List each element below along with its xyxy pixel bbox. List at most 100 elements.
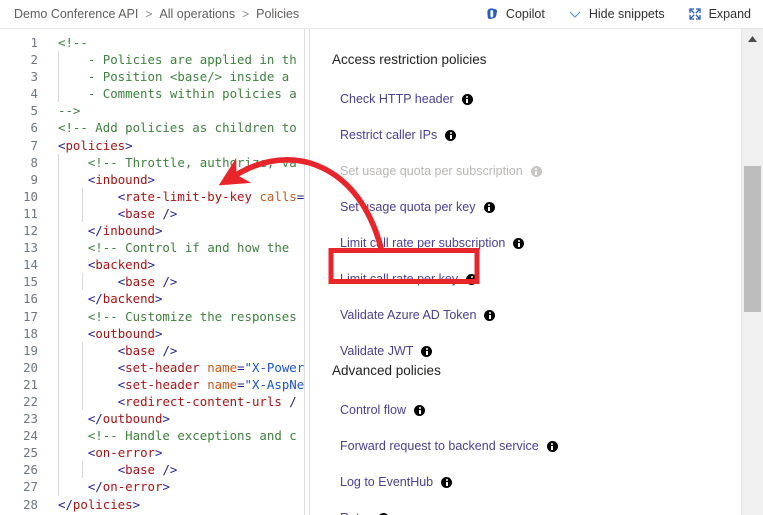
- info-icon[interactable]: [513, 237, 525, 249]
- indent-guide: [58, 290, 59, 308]
- indent-guide: [58, 204, 59, 223]
- copilot-button[interactable]: Copilot: [484, 6, 545, 22]
- snippet-item[interactable]: Validate JWT: [311, 344, 433, 358]
- copilot-icon: [484, 6, 500, 22]
- code-text: <base />: [46, 204, 177, 223]
- page-scrollbar[interactable]: [741, 29, 763, 515]
- code-token: inbound: [102, 223, 155, 239]
- code-line: 1 <!--: [0, 34, 309, 51]
- code-line: 10 <rate-limit-by-key calls=: [0, 187, 309, 205]
- line-number: 18: [23, 325, 38, 341]
- code-token: set-header: [125, 376, 200, 392]
- info-icon[interactable]: [461, 93, 473, 105]
- breadcrumb-separator: >: [145, 7, 153, 21]
- code-token: backend: [95, 257, 148, 273]
- scrollbar-thumb[interactable]: [744, 166, 761, 312]
- line-number: 17: [23, 308, 38, 324]
- indent-guide: [58, 256, 59, 274]
- info-icon[interactable]: [466, 273, 478, 285]
- code-text: <base />: [46, 273, 177, 291]
- snippet-label: Forward request to backend service: [340, 439, 539, 453]
- editor-divider: [304, 29, 305, 515]
- snippet-item[interactable]: Retry: [311, 511, 389, 515]
- info-icon[interactable]: [414, 404, 425, 416]
- expand-arrows-icon: [687, 6, 703, 22]
- info-icon[interactable]: [546, 440, 558, 452]
- line-number: 25: [23, 445, 38, 461]
- code-text: </outbound>: [46, 410, 170, 428]
- snippet-item[interactable]: Restrict caller IPs: [311, 128, 457, 142]
- snippet-label: Validate Azure AD Token: [340, 308, 477, 322]
- code-line: 20 <set-header name="X-Power: [0, 358, 309, 376]
- indent-guide: [58, 461, 59, 479]
- indent-guide: [58, 307, 59, 325]
- code-line: 24 <!-- Handle exceptions and c: [0, 427, 309, 445]
- info-icon[interactable]: [445, 129, 457, 141]
- code-token: rate-limit-by-key: [125, 188, 252, 204]
- code-text: <!-- Throttle, authorize, va: [46, 153, 297, 171]
- indent-guide: [58, 170, 59, 188]
- code-token: </: [87, 223, 103, 239]
- snippet-item[interactable]: Log to EventHub: [311, 475, 453, 489]
- snippet-item[interactable]: Control flow: [311, 403, 425, 417]
- code-line: 17 <!-- Customize the responses: [0, 307, 309, 325]
- code-line: 23 </outbound>: [0, 410, 309, 428]
- snippet-item[interactable]: Validate Azure AD Token: [311, 308, 496, 322]
- code-line: 8 <!-- Throttle, authorize, va: [0, 153, 309, 171]
- code-token: <!-- Handle exceptions and c: [58, 428, 297, 444]
- indent-guide: [58, 222, 59, 240]
- policy-code-editor[interactable]: 1 <!-- 2 - Policies are applied in th 3 - P…: [0, 29, 310, 515]
- breadcrumb-item-policies[interactable]: Policies: [256, 7, 299, 21]
- info-icon: [530, 165, 542, 177]
- snippet-item[interactable]: Limit call rate per subscription: [311, 236, 525, 250]
- code-line: 9 <inbound>: [0, 170, 309, 188]
- line-number: 13: [23, 240, 38, 256]
- snippet-label: Control flow: [340, 403, 406, 417]
- line-number: 7: [30, 137, 38, 153]
- info-icon[interactable]: [483, 201, 495, 213]
- breadcrumb-separator: >: [242, 7, 250, 21]
- code-text: </on-error>: [46, 478, 170, 496]
- indent-guide: [58, 187, 59, 205]
- code-line: 6 <!-- Add policies as children to: [0, 119, 309, 136]
- line-number: 16: [23, 291, 38, 307]
- hide-snippets-button[interactable]: Hide snippets: [567, 6, 665, 22]
- snippet-item[interactable]: Limit call rate per key: [311, 272, 478, 286]
- line-number: 27: [23, 479, 38, 495]
- code-token: on-error: [95, 445, 155, 461]
- code-token: />: [155, 462, 178, 478]
- line-number: 19: [23, 342, 38, 358]
- code-text: <backend>: [46, 256, 155, 274]
- code-token: calls: [251, 188, 297, 204]
- code-line: 18 <outbound>: [0, 324, 309, 342]
- expand-button[interactable]: Expand: [687, 6, 751, 22]
- info-icon[interactable]: [441, 476, 453, 488]
- snippet-label: Validate JWT: [340, 344, 414, 358]
- snippet-item[interactable]: Check HTTP header: [311, 92, 473, 106]
- snippet-item[interactable]: Forward request to backend service: [311, 439, 558, 453]
- breadcrumb-item-all-operations[interactable]: All operations: [159, 7, 235, 21]
- breadcrumb-item-api[interactable]: Demo Conference API: [14, 7, 138, 21]
- indent-guide: [58, 51, 59, 69]
- code-token: backend: [102, 291, 155, 307]
- line-number: 5: [30, 103, 38, 119]
- line-number: 24: [23, 428, 38, 444]
- code-token: base: [125, 342, 155, 358]
- line-number: 14: [23, 257, 38, 273]
- code-line: 28 </policies>: [0, 496, 309, 513]
- code-token: base: [125, 205, 155, 221]
- info-icon[interactable]: [421, 345, 433, 357]
- snippet-item[interactable]: Set usage quota per key: [311, 200, 495, 214]
- code-line: 16 </backend>: [0, 290, 309, 308]
- code-text: - Policies are applied in th: [46, 51, 297, 69]
- line-number: 21: [23, 376, 38, 392]
- code-text: <redirect-content-urls /: [46, 392, 297, 411]
- scroll-up-arrow-icon[interactable]: [742, 29, 763, 49]
- code-token: /: [281, 393, 297, 409]
- info-icon[interactable]: [484, 309, 496, 321]
- snippet-label: Set usage quota per subscription: [340, 164, 523, 178]
